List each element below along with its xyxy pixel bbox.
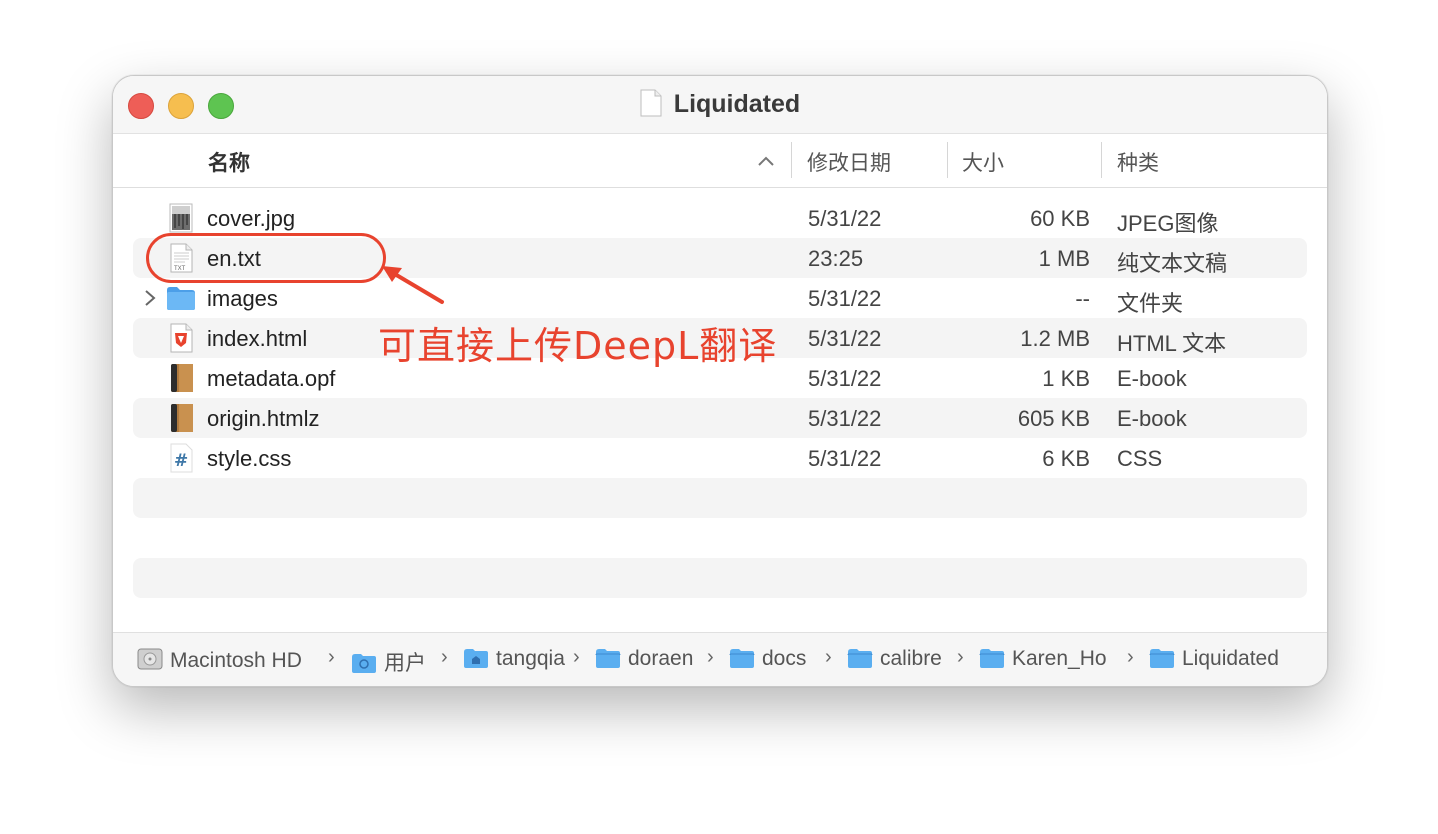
path-item[interactable]: tangqia bbox=[463, 647, 571, 671]
column-header: 名称 修改日期 大小 种类 bbox=[113, 134, 1327, 188]
path-separator-icon: › bbox=[825, 646, 832, 668]
path-item[interactable]: Liquidated bbox=[1149, 647, 1279, 671]
file-kind: 文件夹 bbox=[1117, 291, 1184, 316]
folder-icon bbox=[167, 287, 195, 310]
file-date: 5/31/22 bbox=[808, 406, 882, 431]
svg-text:#: # bbox=[174, 451, 188, 471]
file-name: origin.htmlz bbox=[207, 406, 320, 431]
path-item[interactable]: docs bbox=[729, 647, 806, 671]
file-row[interactable]: images 5/31/22 -- 文件夹 bbox=[133, 278, 1307, 318]
file-size: -- bbox=[1075, 286, 1090, 311]
path-item-label: Macintosh HD bbox=[170, 649, 302, 672]
folder-icon bbox=[979, 649, 1005, 668]
finder-window: Liquidated 名称 修改日期 大小 种类 cover.jpg 5/31/… bbox=[112, 75, 1328, 687]
folder-icon bbox=[729, 649, 755, 668]
css-file-icon: # bbox=[170, 443, 193, 473]
file-kind: JPEG图像 bbox=[1117, 211, 1219, 236]
file-date: 5/31/22 bbox=[808, 366, 882, 391]
ebook-icon bbox=[171, 404, 193, 432]
file-date: 5/31/22 bbox=[808, 446, 882, 471]
html-file-icon bbox=[170, 323, 193, 353]
file-name: metadata.opf bbox=[207, 366, 336, 391]
annotation-highlight-ellipse bbox=[146, 233, 386, 283]
file-row[interactable]: origin.htmlz 5/31/22 605 KB E-book bbox=[133, 398, 1307, 438]
folder-icon bbox=[595, 649, 621, 668]
file-name: cover.jpg bbox=[207, 206, 296, 231]
file-date: 5/31/22 bbox=[808, 206, 882, 231]
path-separator-icon: › bbox=[957, 646, 964, 668]
path-item-label: docs bbox=[762, 647, 807, 670]
column-size-header[interactable]: 大小 bbox=[962, 147, 1004, 177]
path-item-label: Karen_Ho bbox=[1012, 647, 1107, 670]
path-item-label: 用户 bbox=[384, 652, 426, 675]
file-date: 23:25 bbox=[808, 246, 864, 271]
file-name: style.css bbox=[207, 446, 292, 471]
file-row[interactable]: cover.jpg 5/31/22 60 KB JPEG图像 bbox=[133, 198, 1307, 238]
file-size: 1.2 MB bbox=[1020, 326, 1090, 351]
annotation-arrow-icon bbox=[382, 266, 444, 304]
column-divider[interactable] bbox=[791, 142, 792, 178]
column-date-header[interactable]: 修改日期 bbox=[807, 147, 891, 177]
path-separator-icon: › bbox=[328, 646, 335, 668]
path-item-label: doraen bbox=[628, 647, 694, 670]
disclosure-triangle-icon[interactable] bbox=[143, 288, 157, 308]
path-item[interactable]: doraen bbox=[595, 647, 705, 671]
file-kind: CSS bbox=[1117, 446, 1163, 471]
folder-icon bbox=[1149, 649, 1175, 668]
path-separator-icon: › bbox=[707, 646, 714, 668]
path-separator-icon: › bbox=[1127, 646, 1134, 668]
column-kind-header[interactable]: 种类 bbox=[1117, 147, 1159, 177]
empty-row bbox=[133, 518, 1307, 558]
file-kind: E-book bbox=[1117, 406, 1187, 431]
window-title-text: Liquidated bbox=[673, 90, 801, 118]
document-icon bbox=[640, 89, 662, 117]
hard-drive-icon bbox=[137, 648, 163, 670]
file-name: images bbox=[207, 286, 278, 311]
file-size: 60 KB bbox=[1030, 206, 1090, 231]
file-name: index.html bbox=[207, 326, 308, 351]
file-kind: HTML 文本 bbox=[1117, 331, 1227, 356]
column-divider[interactable] bbox=[1101, 142, 1102, 178]
column-name-header[interactable]: 名称 bbox=[208, 147, 250, 177]
users-folder-icon bbox=[352, 654, 376, 673]
file-date: 5/31/22 bbox=[808, 326, 882, 351]
path-separator-icon: › bbox=[441, 646, 448, 668]
image-file-icon bbox=[169, 203, 193, 233]
file-size: 6 KB bbox=[1042, 446, 1090, 471]
file-row[interactable]: # style.css 5/31/22 6 KB CSS bbox=[133, 438, 1307, 478]
title-bar[interactable]: Liquidated bbox=[113, 76, 1327, 134]
column-divider[interactable] bbox=[947, 142, 948, 178]
empty-row bbox=[133, 478, 1307, 518]
path-item-label: calibre bbox=[880, 647, 942, 670]
path-item-label: tangqia bbox=[496, 647, 565, 670]
file-kind: E-book bbox=[1117, 366, 1187, 391]
file-kind: 纯文本文稿 bbox=[1117, 251, 1228, 276]
window-title: Liquidated bbox=[113, 89, 1327, 119]
annotation-text: 可直接上传DeepL翻译 bbox=[378, 324, 778, 368]
path-item[interactable]: calibre bbox=[847, 647, 942, 671]
empty-row bbox=[133, 558, 1307, 598]
file-date: 5/31/22 bbox=[808, 286, 882, 311]
path-item[interactable]: 用户 bbox=[351, 647, 426, 677]
path-item[interactable]: Karen_Ho bbox=[979, 647, 1121, 671]
file-size: 1 MB bbox=[1038, 246, 1090, 271]
ebook-icon bbox=[171, 364, 193, 392]
file-size: 605 KB bbox=[1017, 406, 1090, 431]
home-folder-icon bbox=[464, 649, 488, 668]
path-item[interactable]: Macintosh HD bbox=[137, 647, 302, 673]
path-item-label: Liquidated bbox=[1182, 647, 1279, 670]
path-bar: Macintosh HD › 用户 › tangqia › doraen › d… bbox=[113, 632, 1327, 686]
folder-icon bbox=[847, 649, 873, 668]
sort-ascending-icon[interactable] bbox=[758, 156, 774, 166]
path-separator-icon: › bbox=[573, 646, 580, 668]
file-size: 1 KB bbox=[1042, 366, 1090, 391]
